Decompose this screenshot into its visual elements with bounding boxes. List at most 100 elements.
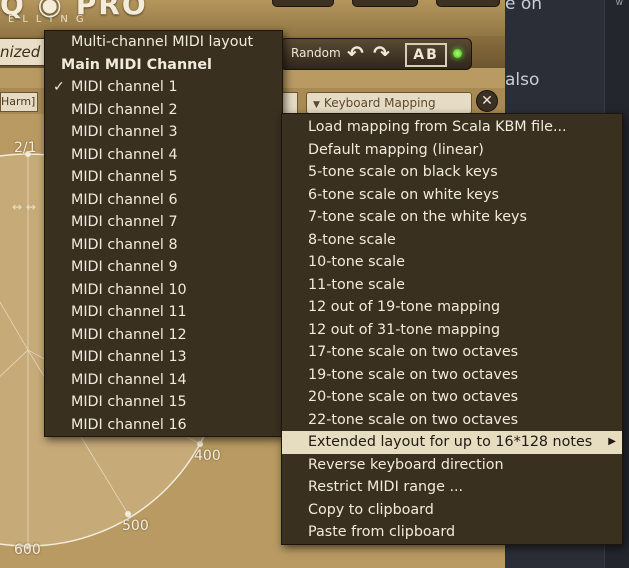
menu-item-mapping[interactable]: 11-tone scale [282,274,622,297]
keyboard-mapping-menu: Load mapping from Scala KBM file... Defau… [281,113,623,545]
menu-item-label: MIDI channel 14 [71,371,187,388]
menu-item-midi-channel[interactable]: MIDI channel 12 [45,324,282,347]
menu-item-mapping[interactable]: Restrict MIDI range ... [282,476,622,499]
random-button[interactable]: Random [291,46,341,60]
menu-item-label: 22-tone scale on two octaves [308,411,519,428]
wheel-label-600: 600 [14,542,41,558]
menu-item-mapping[interactable]: Load mapping from Scala KBM file... [282,116,622,139]
menu-item-mapping[interactable]: Extended layout for up to 16*128 notes ▶ [282,431,622,454]
menu-item-mapping[interactable]: 8-tone scale [282,229,622,252]
menu-item-midi-channel[interactable]: MIDI channel 7 [45,211,282,234]
menu-item-label: Copy to clipboard [308,501,434,518]
menu-item-mapping[interactable]: 5-tone scale on black keys [282,161,622,184]
menu-item-label: MIDI channel 8 [71,236,178,253]
menu-item-mapping[interactable]: 6-tone scale on white keys [282,184,622,207]
menu-item-mapping[interactable]: 12 out of 19-tone mapping [282,296,622,319]
menu-item-midi-channel[interactable]: MIDI channel 13 [45,346,282,369]
menu-item-label: Restrict MIDI range ... [308,479,464,495]
menu-item-midi-channel[interactable]: MIDI channel 3 [45,121,282,144]
menu-item-mapping[interactable]: 10-tone scale [282,251,622,274]
menu-item-midi-channel[interactable]: MIDI channel 6 [45,189,282,212]
redo-icon[interactable]: ↷ [373,41,390,65]
wheel-label-500: 500 [122,518,149,534]
menu-item-label: Extended layout for up to 16*128 notes [308,434,593,450]
menu-item-label: MIDI channel 6 [71,191,178,208]
logo-subtitle: ELLING [8,14,92,25]
mini-dropdown[interactable] [282,92,298,114]
adjacent-tiny-text: w [615,0,623,8]
menu-item-mapping[interactable]: 7-tone scale on the white keys [282,206,622,229]
menu-item-label: MIDI channel 11 [71,304,187,320]
menu-item-label: 8-tone scale [308,231,396,248]
menu-item-midi-channel[interactable]: MIDI channel 5 [45,166,282,189]
menu-item-label: Load mapping from Scala KBM file... [308,119,567,135]
menu-item-label: 11-tone scale [308,276,405,293]
wheel-label-ratio: 2/1 [14,140,37,156]
control-strip: Random ↶ ↷ AB [280,38,472,70]
menu-item-label: MIDI channel 16 [71,416,187,433]
menu-item-midi-channel[interactable]: MIDI channel 14 [45,369,282,392]
menu-item-label: MIDI channel 9 [71,259,178,275]
menu-item-label: 19-tone scale on two octaves [308,366,519,383]
menu-item-mapping[interactable]: 12 out of 31-tone mapping [282,319,622,342]
menu-item-label: Multi-channel MIDI layout [71,34,254,50]
menu-item-label: 5-tone scale on black keys [308,164,498,180]
menu-item-midi-channel[interactable]: MIDI channel 11 [45,301,282,324]
menu-item-label: MIDI channel 10 [71,281,187,298]
menu-item-midi-channel[interactable]: MIDI channel 10 [45,279,282,302]
menu-item-label: Main MIDI Channel [61,56,212,73]
menu-item-label: 7-tone scale on the white keys [308,209,527,225]
menu-item-midi-channel[interactable]: MIDI channel 16 [45,414,282,437]
wheel-label-400: 400 [194,448,221,464]
top-button-3[interactable] [436,0,500,7]
menu-item-label: 12 out of 19-tone mapping [308,299,501,315]
menu-item-label: MIDI channel 15 [71,394,187,410]
menu-item-midi-channel[interactable]: MIDI channel 9 [45,256,282,279]
wheel-node [125,511,131,517]
top-button-1[interactable] [272,0,334,7]
menu-item-mapping[interactable]: Copy to clipboard [282,499,622,522]
menu-item-label: 17-tone scale on two octaves [308,344,519,360]
menu-item-midi-channel[interactable]: ✓ MIDI channel 1 [45,76,282,99]
menu-item-label: MIDI channel 13 [71,349,187,365]
menu-item-label: MIDI channel 4 [71,146,178,163]
menu-item-label: MIDI channel 1 [71,79,178,95]
menu-item-label: Reverse keyboard direction [308,456,504,473]
menu-item-label: MIDI channel 5 [71,169,178,185]
menu-item-mapping[interactable]: 17-tone scale on two octaves [282,341,622,364]
menu-item-mapping[interactable]: 20-tone scale on two octaves [282,386,622,409]
menu-item-mapping[interactable]: Reverse keyboard direction [282,454,622,477]
menu-item-multichannel-layout[interactable]: Multi-channel MIDI layout [45,31,282,54]
menu-item-label: MIDI channel 3 [71,124,178,140]
wheel-node [197,441,203,447]
menu-item-label: Paste from clipboard [308,524,456,540]
menu-item-label: 6-tone scale on white keys [308,186,499,203]
menu-item-midi-channel[interactable]: MIDI channel 15 [45,391,282,414]
submenu-arrow-icon: ▶ [608,436,616,447]
close-icon[interactable]: ✕ [476,90,498,112]
menu-item-mapping[interactable]: Paste from clipboard [282,521,622,544]
menu-item-label: Default mapping (linear) [308,141,484,158]
harm-tag[interactable]: Harm] [0,92,38,112]
top-button-2[interactable] [352,0,418,7]
menu-item-label: 10-tone scale [308,254,405,270]
menu-item-label: 12 out of 31-tone mapping [308,321,501,338]
adjacent-text-2: also [505,70,540,90]
keyboard-mapping-dropdown[interactable]: ▼ Keyboard Mapping [306,92,472,114]
ab-compare-icon[interactable]: AB [405,43,447,67]
midi-channel-menu: Multi-channel MIDI layout Main MIDI Chann… [44,30,283,437]
menu-item-midi-channel[interactable]: MIDI channel 4 [45,144,282,167]
undo-icon[interactable]: ↶ [347,41,364,65]
menu-item-label: MIDI channel 7 [71,214,178,230]
menu-item-midi-channel[interactable]: MIDI channel 2 [45,99,282,122]
adjacent-text-1: e on [505,0,543,14]
checkmark-icon: ✓ [53,79,65,95]
menu-item-mapping[interactable]: 19-tone scale on two octaves [282,364,622,387]
menu-header-main-midi-channel: Main MIDI Channel [45,54,282,77]
menu-item-mapping[interactable]: Default mapping (linear) [282,139,622,162]
keyboard-mapping-label: Keyboard Mapping [323,96,436,110]
drag-arrows-icon[interactable]: ↔ ↔ [12,200,36,214]
menu-item-label: 20-tone scale on two octaves [308,389,519,405]
menu-item-midi-channel[interactable]: MIDI channel 8 [45,234,282,257]
menu-item-mapping[interactable]: 22-tone scale on two octaves [282,409,622,432]
